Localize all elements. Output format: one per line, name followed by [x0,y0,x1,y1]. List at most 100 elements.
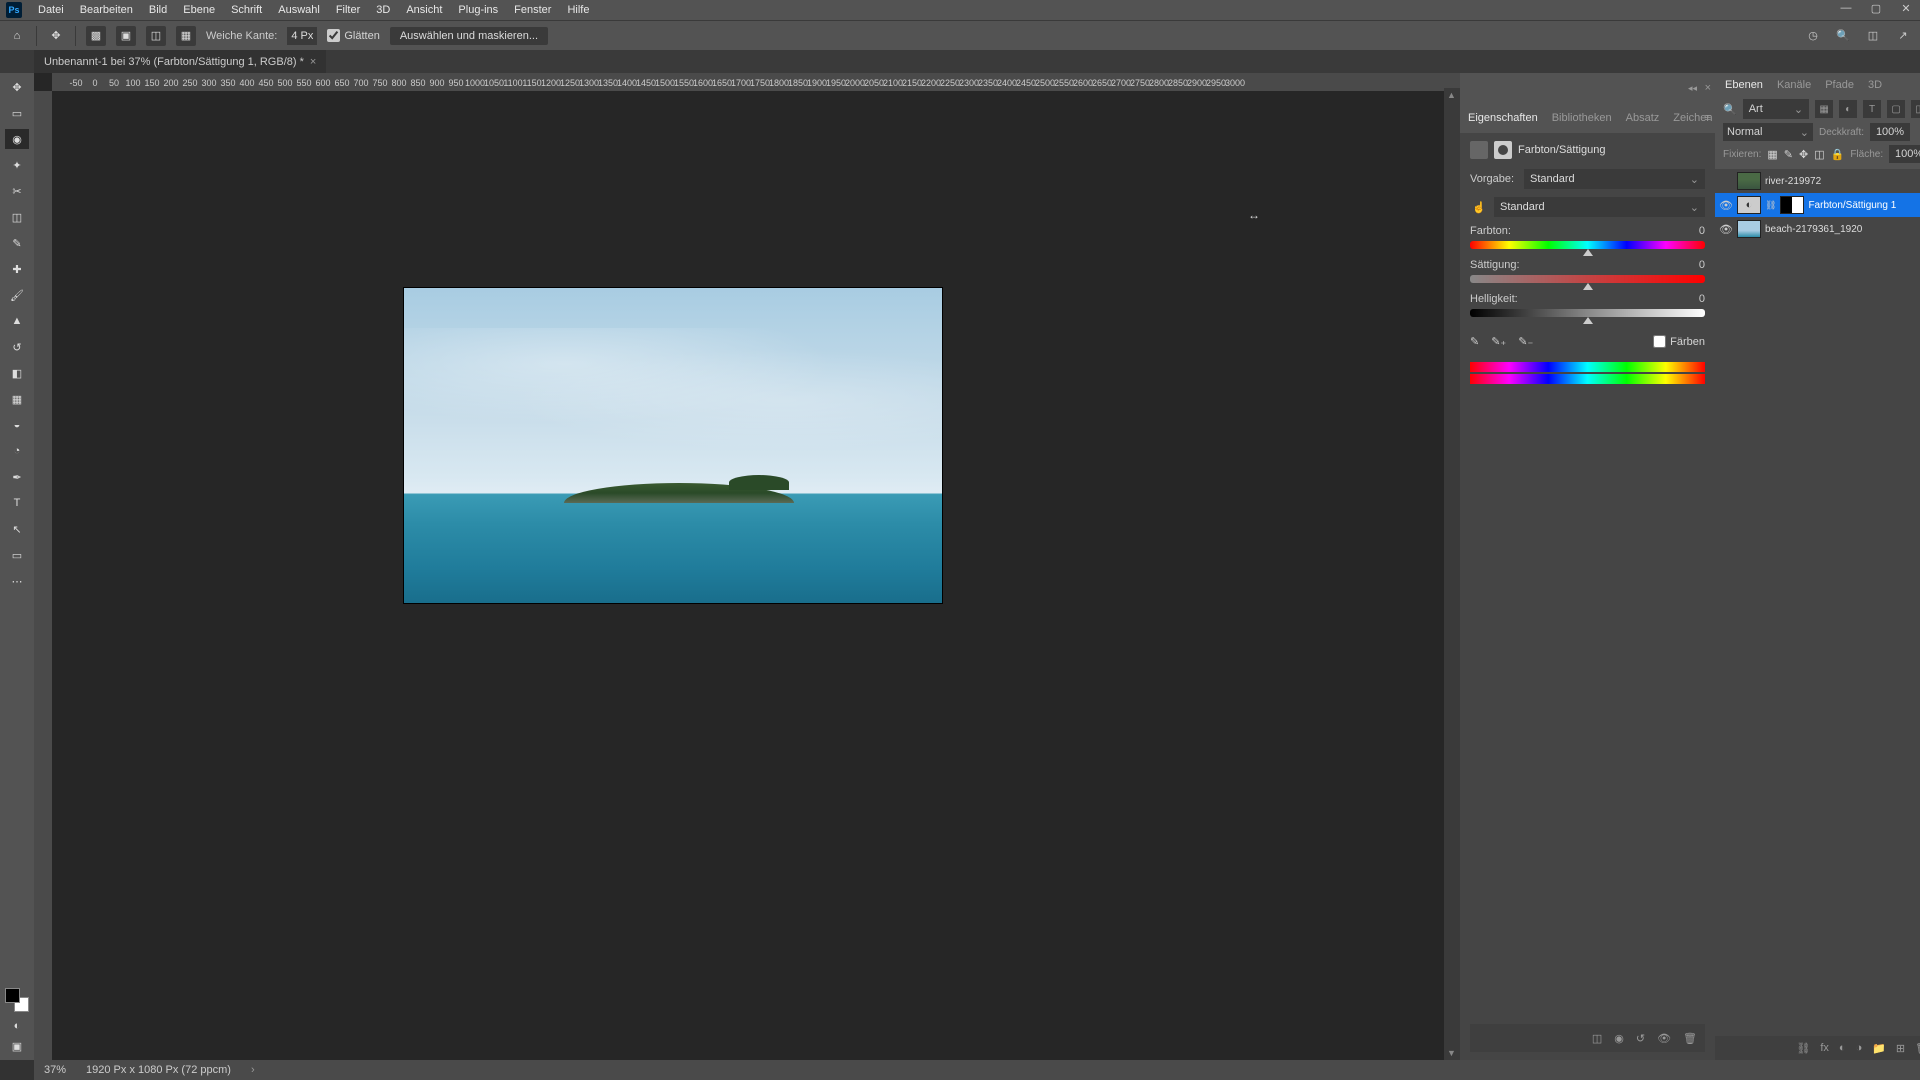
blend-mode-select[interactable]: Normal [1723,123,1813,141]
document-info[interactable]: 1920 Px x 1080 Px (72 ppcm) [86,1064,231,1076]
tool-preset[interactable]: ✥ [47,27,65,45]
vertical-scrollbar[interactable] [1444,88,1460,1060]
layer-row[interactable]: 👁 ⛓ Farbton/Sättigung 1 [1715,193,1920,217]
info-arrow-icon[interactable]: › [251,1064,255,1076]
smooth-checkbox[interactable]: Glätten [327,29,379,42]
menu-edit[interactable]: Bearbeiten [72,4,141,16]
lightness-value[interactable]: 0 [1699,293,1705,305]
layer-thumbnail[interactable] [1737,220,1761,238]
layer-row[interactable]: 👁 beach-2179361_1920 [1715,217,1920,241]
blur-tool[interactable]: ◒ [5,415,29,435]
colorize-checkbox[interactable]: Färben [1653,335,1705,348]
opacity-input[interactable]: 100% [1870,123,1910,141]
layer-name[interactable]: beach-2179361_1920 [1765,224,1862,235]
menu-window[interactable]: Fenster [506,4,559,16]
menu-filter[interactable]: Filter [328,4,368,16]
intersect-selection-icon[interactable]: ▦ [176,26,196,46]
tab-layers[interactable]: Ebenen [1725,79,1763,91]
eyedropper-icon[interactable]: ✎ [1470,335,1479,348]
menu-view[interactable]: Ansicht [398,4,450,16]
subtract-selection-icon[interactable]: ◫ [146,26,166,46]
delete-layer-icon[interactable]: 🗑 [1915,1042,1920,1055]
close-icon[interactable]: ✕ [1896,2,1916,15]
pen-tool[interactable]: ✒ [5,467,29,487]
layer-name[interactable]: river-219972 [1765,176,1821,187]
lasso-tool[interactable]: ◉ [5,129,29,149]
menu-select[interactable]: Auswahl [270,4,328,16]
menu-plugins[interactable]: Plug-ins [450,4,506,16]
search-icon[interactable]: 🔍 [1834,27,1852,45]
canvas-area[interactable]: -50 0 50 100 150 200 250 300 350 400 450… [34,73,1460,1060]
filter-shape-icon[interactable]: ▢ [1887,100,1905,118]
foreground-color[interactable] [5,988,20,1003]
layer-style-icon[interactable]: fx [1820,1042,1829,1054]
menu-help[interactable]: Hilfe [559,4,597,16]
layer-mask-icon[interactable]: ◐ [1839,1042,1846,1054]
view-previous-icon[interactable]: ◉ [1614,1032,1624,1045]
filter-pixel-icon[interactable]: ▦ [1815,100,1833,118]
new-selection-icon[interactable]: ▩ [86,26,106,46]
tab-paths[interactable]: Pfade [1825,79,1854,91]
eyedropper-minus-icon[interactable]: ✎₋ [1518,335,1533,348]
brush-tool[interactable]: 🖌 [5,285,29,305]
eraser-tool[interactable]: ◧ [5,363,29,383]
delete-icon[interactable]: 🗑 [1683,1032,1697,1045]
eyedropper-plus-icon[interactable]: ✎₊ [1491,335,1506,348]
tab-channels[interactable]: Kanäle [1777,79,1811,91]
lock-artboard-icon[interactable]: ◫ [1814,148,1824,161]
tab-libraries[interactable]: Bibliotheken [1552,112,1612,124]
select-mask-button[interactable]: Auswählen und maskieren... [390,27,548,45]
wand-tool[interactable]: ✦ [5,155,29,175]
layer-thumbnail[interactable] [1737,172,1761,190]
filter-adjust-icon[interactable]: ◐ [1839,100,1857,118]
fill-input[interactable]: 100% [1889,145,1920,163]
visibility-toggle[interactable]: 👁 [1719,199,1733,212]
share-icon[interactable]: ↗ [1894,27,1912,45]
move-tool[interactable]: ✥ [5,77,29,97]
layer-mask-thumbnail[interactable] [1780,196,1804,214]
stamp-tool[interactable]: ▲ [5,311,29,331]
saturation-value[interactable]: 0 [1699,259,1705,271]
menu-file[interactable]: Datei [30,4,72,16]
menu-layer[interactable]: Ebene [175,4,223,16]
panel-menu-icon[interactable]: ≡ [1705,112,1711,124]
layer-thumbnail[interactable] [1737,196,1761,214]
clip-icon[interactable]: ◫ [1592,1032,1602,1045]
menu-type[interactable]: Schrift [223,4,270,16]
layer-filter-select[interactable]: Art [1743,99,1809,119]
saturation-slider[interactable] [1470,275,1705,283]
tab-3d[interactable]: 3D [1868,79,1882,91]
tab-paragraph[interactable]: Absatz [1626,112,1660,124]
menu-image[interactable]: Bild [141,4,175,16]
crop-tool[interactable]: ✂ [5,181,29,201]
collapse-icon[interactable]: ◂◂ [1688,83,1697,94]
dodge-tool[interactable]: ◔ [5,441,29,461]
quickmask-tool[interactable]: ◐ [5,1016,29,1036]
link-layers-icon[interactable]: ⛓ [1796,1042,1810,1055]
lock-all-icon[interactable]: 🔒 [1831,148,1845,161]
adjustment-layer-icon[interactable]: ◑ [1856,1042,1863,1054]
preset-select[interactable]: Standard [1524,169,1705,189]
lock-position-icon[interactable]: ✎ [1784,148,1793,161]
visibility-icon[interactable]: 👁 [1657,1032,1671,1045]
screenmode-tool[interactable]: ▣ [5,1036,29,1056]
shape-tool[interactable]: ▭ [5,545,29,565]
document-tab[interactable]: Unbenannt-1 bei 37% (Farbton/Sättigung 1… [34,50,326,73]
search-icon[interactable]: 🔍 [1723,103,1737,116]
type-tool[interactable]: T [5,493,29,513]
lock-move-icon[interactable]: ✥ [1799,148,1808,161]
lock-pixels-icon[interactable]: ▦ [1767,148,1777,161]
gradient-tool[interactable]: ▦ [5,389,29,409]
layer-row[interactable]: river-219972 [1715,169,1920,193]
workspace-icon[interactable]: ◫ [1864,27,1882,45]
new-layer-icon[interactable]: ⊞ [1896,1042,1905,1055]
menu-3d[interactable]: 3D [368,4,398,16]
color-range-select[interactable]: Standard [1494,197,1705,217]
heal-tool[interactable]: ✚ [5,259,29,279]
filter-smart-icon[interactable]: ◫ [1911,100,1920,118]
tab-properties[interactable]: Eigenschaften [1468,112,1538,124]
filter-type-icon[interactable]: T [1863,100,1881,118]
cloud-icon[interactable]: ◷ [1804,27,1822,45]
reset-icon[interactable]: ↺ [1636,1032,1645,1045]
more-tools[interactable]: ⋯ [5,571,29,591]
